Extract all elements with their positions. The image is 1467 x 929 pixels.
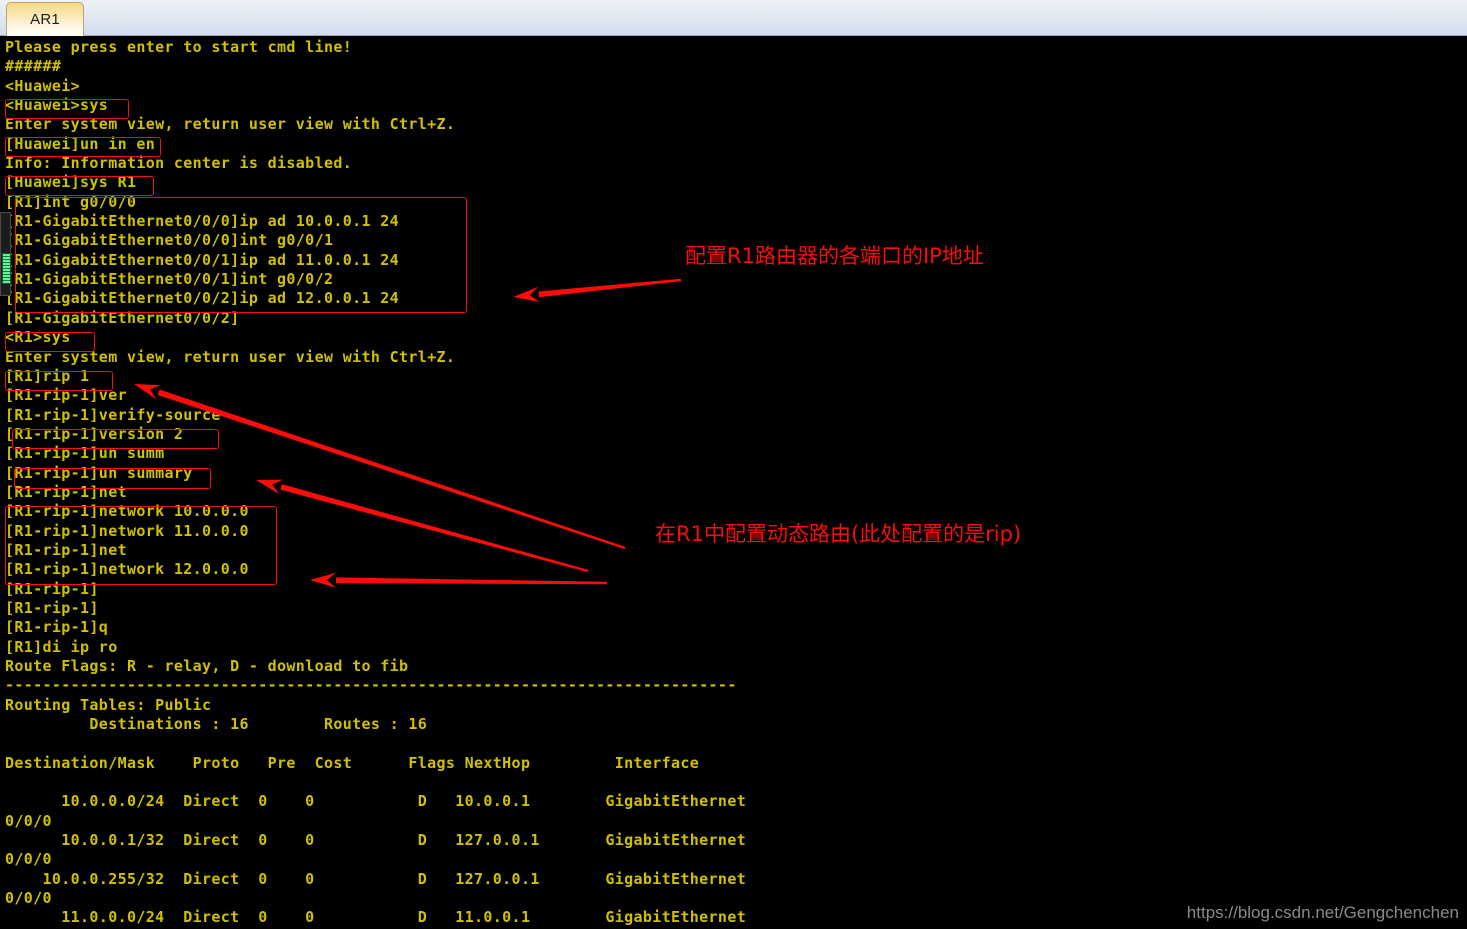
terminal-line: Destination/Mask Proto Pre Cost Flags Ne… <box>5 753 700 772</box>
terminal-line: [R1]di ip ro <box>5 637 118 656</box>
terminal-line: [Huawei]un in en <box>5 134 156 153</box>
terminal-line: Info: Information center is disabled. <box>5 154 353 173</box>
terminal-console[interactable]: Please press enter to start cmd line! ###… <box>0 36 1467 929</box>
terminal-line: Routing Tables: Public <box>5 695 212 714</box>
terminal-line: [R1-rip-1]un summ <box>5 444 165 463</box>
terminal-line: [R1-rip-1]version 2 <box>5 424 184 443</box>
terminal-line: <Huawei> <box>5 76 81 95</box>
tab-strip: AR1 <box>0 0 1467 36</box>
terminal-line: 10.0.0.0/24 Direct 0 0 D 10.0.0.1 Gigabi… <box>5 792 747 811</box>
console-scrollbar-thumb[interactable] <box>2 253 11 284</box>
tab-ar1[interactable]: AR1 <box>6 2 84 36</box>
terminal-line: ----------------------------------------… <box>5 676 737 695</box>
tab-ar1-label: AR1 <box>30 11 60 28</box>
terminal-line: Enter system view, return user view with… <box>5 347 456 366</box>
terminal-line: [R1-GigabitEthernet0/0/1]int g0/0/2 <box>5 270 334 289</box>
terminal-line: 10.0.0.255/32 Direct 0 0 D 127.0.0.1 Gig… <box>5 869 747 888</box>
terminal-line: [R1-rip-1]ver <box>5 386 127 405</box>
terminal-line: [R1-rip-1] <box>5 598 99 617</box>
terminal-line: [R1-rip-1]un summary <box>5 463 193 482</box>
terminal-line: ###### <box>5 57 62 76</box>
terminal-line: [R1-GigabitEthernet0/0/2] <box>5 308 240 327</box>
terminal-line: [R1-rip-1] <box>5 579 99 598</box>
terminal-line: Destinations : 16 Routes : 16 <box>5 715 428 734</box>
terminal-line: [R1-GigabitEthernet0/0/0]ip ad 10.0.0.1 … <box>5 212 399 231</box>
terminal-line: [Huawei]sys R1 <box>5 173 137 192</box>
annotation-interface-ip: 配置R1路由器的各端口的IP地址 <box>685 244 984 268</box>
terminal-line: Enter system view, return user view with… <box>5 115 456 134</box>
terminal-line: [R1-rip-1]verify-source <box>5 405 221 424</box>
terminal-line: [R1]int g0/0/0 <box>5 192 137 211</box>
terminal-line: 10.0.0.1/32 Direct 0 0 D 127.0.0.1 Gigab… <box>5 831 747 850</box>
terminal-output: Please press enter to start cmd line! ###… <box>5 38 1465 928</box>
terminal-line: Route Flags: R - relay, D - download to … <box>5 657 409 675</box>
terminal-line: [R1]rip 1 <box>5 366 90 385</box>
watermark: https://blog.csdn.net/Gengchenchen <box>1186 903 1459 922</box>
terminal-line: [R1-rip-1]q <box>5 618 109 637</box>
console-scrollbar-track[interactable] <box>0 212 11 296</box>
terminal-line: Please press enter to start cmd line! <box>5 38 353 56</box>
terminal-line: <Huawei>sys <box>5 96 109 115</box>
terminal-line: 0/0/0 <box>5 811 52 830</box>
terminal-line: <R1>sys <box>5 328 71 347</box>
terminal-line: 0/0/0 <box>5 850 52 869</box>
terminal-line: [R1-rip-1]net <box>5 482 127 501</box>
annotation-dynamic-routing: 在R1中配置动态路由(此处配置的是rip) <box>655 522 1022 546</box>
terminal-line: [R1-rip-1]network 12.0.0.0 <box>5 560 249 579</box>
terminal-line: [R1-GigabitEthernet0/0/2]ip ad 12.0.0.1 … <box>5 289 399 308</box>
